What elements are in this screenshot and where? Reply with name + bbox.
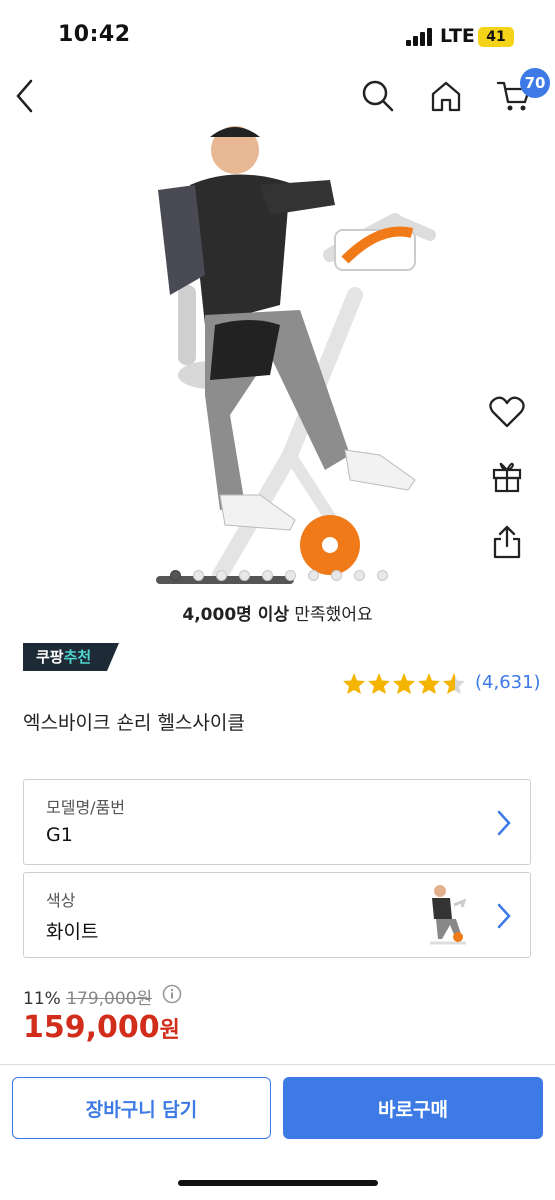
cart-count-badge: 70 bbox=[520, 68, 550, 98]
heart-icon bbox=[489, 396, 525, 428]
gallery-dot[interactable] bbox=[262, 570, 273, 581]
chevron-left-icon bbox=[16, 79, 33, 113]
gallery-dot[interactable] bbox=[377, 570, 388, 581]
gift-button[interactable] bbox=[487, 456, 527, 496]
review-count-link[interactable]: (4,631) bbox=[475, 672, 541, 693]
chevron-right-icon bbox=[497, 810, 511, 836]
price-discount-row: 11% 179,000원 bbox=[23, 984, 152, 1009]
gallery-dot[interactable] bbox=[331, 570, 342, 581]
recommend-brand: 쿠팡 bbox=[36, 648, 64, 666]
share-button[interactable] bbox=[487, 522, 527, 562]
option-color-selector[interactable]: 색상 화이트 bbox=[23, 872, 531, 958]
star-half-icon bbox=[443, 673, 465, 694]
home-indicator[interactable] bbox=[178, 1180, 378, 1186]
recommend-badge-label: 쿠팡추천 bbox=[36, 646, 91, 667]
option-model-selector[interactable]: 모델명/품번 G1 bbox=[23, 779, 531, 865]
gallery-dot[interactable] bbox=[308, 570, 319, 581]
satisfaction-summary: 4,000명 이상 만족했어요 bbox=[0, 600, 555, 625]
star-full-icon bbox=[343, 673, 365, 694]
gallery-dot[interactable] bbox=[170, 570, 181, 581]
current-price-currency: 원 bbox=[159, 1018, 180, 1043]
signal-strength-icon bbox=[406, 28, 434, 46]
home-icon bbox=[431, 81, 461, 112]
satisfaction-count: 4,000명 이상 bbox=[182, 605, 289, 625]
search-button[interactable] bbox=[358, 76, 398, 116]
gallery-dot[interactable] bbox=[216, 570, 227, 581]
gift-icon bbox=[492, 462, 522, 493]
wishlist-button[interactable] bbox=[487, 392, 527, 432]
home-button[interactable] bbox=[426, 76, 466, 116]
recommend-label: 추천 bbox=[63, 648, 92, 666]
star-full-icon bbox=[368, 673, 390, 694]
current-price: 159,000원 bbox=[23, 1010, 180, 1045]
search-icon bbox=[362, 80, 394, 112]
gallery-dot[interactable] bbox=[285, 570, 296, 581]
discount-rate: 11% bbox=[23, 989, 61, 1009]
option-color-thumbnail bbox=[430, 885, 467, 945]
battery-indicator: 41 bbox=[478, 27, 514, 47]
chevron-right-icon bbox=[497, 903, 511, 929]
gallery-dot[interactable] bbox=[354, 570, 365, 581]
share-icon bbox=[493, 525, 521, 559]
gallery-dot[interactable] bbox=[193, 570, 204, 581]
star-full-icon bbox=[393, 673, 415, 694]
gallery-pagination[interactable] bbox=[170, 570, 388, 581]
info-icon[interactable] bbox=[162, 984, 182, 1004]
product-image[interactable] bbox=[150, 125, 440, 585]
original-price: 179,000원 bbox=[66, 989, 153, 1009]
option-model-value: G1 bbox=[46, 824, 73, 846]
gallery-dot[interactable] bbox=[239, 570, 250, 581]
back-button[interactable] bbox=[4, 76, 44, 116]
option-model-label: 모델명/품번 bbox=[46, 798, 125, 817]
bottom-bar-divider bbox=[0, 1064, 555, 1065]
product-title: 엑스바이크 숀리 헬스사이클 bbox=[23, 712, 245, 734]
status-time: 10:42 bbox=[58, 22, 131, 47]
option-color-label: 색상 bbox=[46, 891, 76, 910]
current-price-value: 159,000 bbox=[23, 1010, 160, 1045]
buy-now-button[interactable]: 바로구매 bbox=[283, 1077, 543, 1139]
option-color-value: 화이트 bbox=[46, 921, 99, 943]
satisfaction-text: 만족했어요 bbox=[289, 605, 373, 625]
add-to-cart-button[interactable]: 장바구니 담기 bbox=[12, 1077, 271, 1139]
star-full-icon bbox=[418, 673, 440, 694]
rating-stars[interactable] bbox=[342, 672, 466, 695]
network-type: LTE bbox=[440, 25, 475, 47]
